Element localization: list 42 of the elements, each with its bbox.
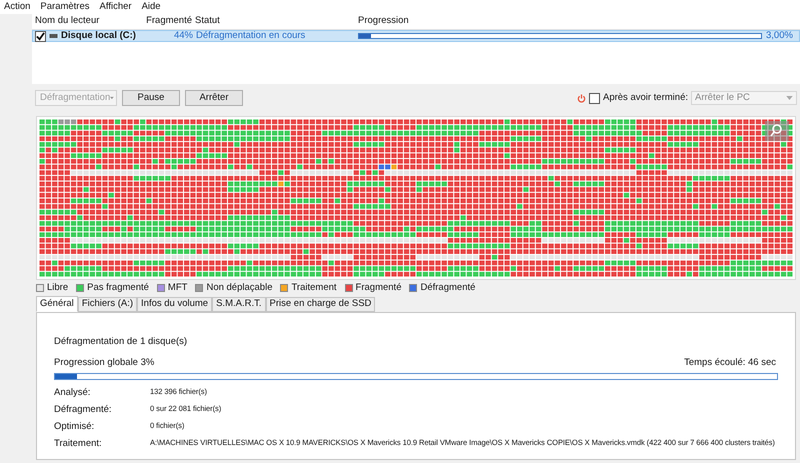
drive-name: Disque local (C:) [61, 28, 136, 43]
status-text: Défragmentation en cours [195, 28, 306, 43]
drive-checkbox[interactable] [35, 30, 46, 42]
stat-label: Analysé: [54, 386, 92, 400]
tab[interactable]: S.M.A.R.T. [212, 297, 266, 312]
column-header[interactable]: Progression [355, 14, 409, 29]
legend-label: Défragmenté [420, 280, 476, 295]
legend-label: Fragmenté [356, 280, 402, 295]
drive-row[interactable]: Disque local (C:) 44% Défragmentation en cours 3,00% [32, 30, 800, 42]
column-header[interactable]: Fragmenté [140, 14, 192, 29]
panel-title: Défragmentation de 1 disque(s) [54, 335, 188, 349]
column-header[interactable]: Statut [192, 14, 355, 29]
caret-icon [110, 96, 114, 100]
tab[interactable]: Fichiers (A:) [78, 297, 138, 312]
progress-reading: 3,00% [766, 28, 793, 43]
column-header[interactable]: Nom du lecteur [32, 14, 140, 29]
power-icon [576, 94, 586, 102]
after-finish-label: Après avoir terminé: [602, 90, 688, 105]
stat-label: Défragmenté: [54, 402, 113, 417]
elapsed-time: Temps écoulé: 46 sec [684, 356, 776, 370]
zoom-icon[interactable] [765, 121, 789, 141]
legend-label: MFT [168, 280, 188, 295]
tab[interactable]: Prise en charge de SSD [266, 297, 376, 312]
after-finish-checkbox[interactable] [588, 92, 600, 104]
stop-button[interactable]: Arrêter [185, 90, 243, 106]
tab[interactable]: Infos du volume [137, 297, 212, 312]
legend-label: Libre [47, 280, 68, 295]
menu-item[interactable]: Action [4, 0, 30, 14]
menu-item[interactable]: Aide [142, 0, 161, 14]
stat-label: Traitement: [54, 437, 103, 452]
stat-label: Optimisé: [54, 420, 96, 434]
caret-icon [786, 96, 793, 100]
drive-icon [49, 34, 58, 38]
legend-label: Traitement [291, 280, 337, 295]
fragmented-value: 44% [172, 28, 193, 43]
progress-label: Progression globale 3% [54, 356, 154, 370]
pause-button[interactable]: Pause [122, 90, 180, 106]
menu-item[interactable]: Afficher [100, 0, 132, 14]
tab[interactable]: Général [36, 296, 78, 312]
menu-item[interactable]: Paramètres [40, 0, 90, 14]
legend-label: Non déplaçable [206, 280, 272, 295]
legend-label: Pas fragmenté [87, 280, 149, 295]
